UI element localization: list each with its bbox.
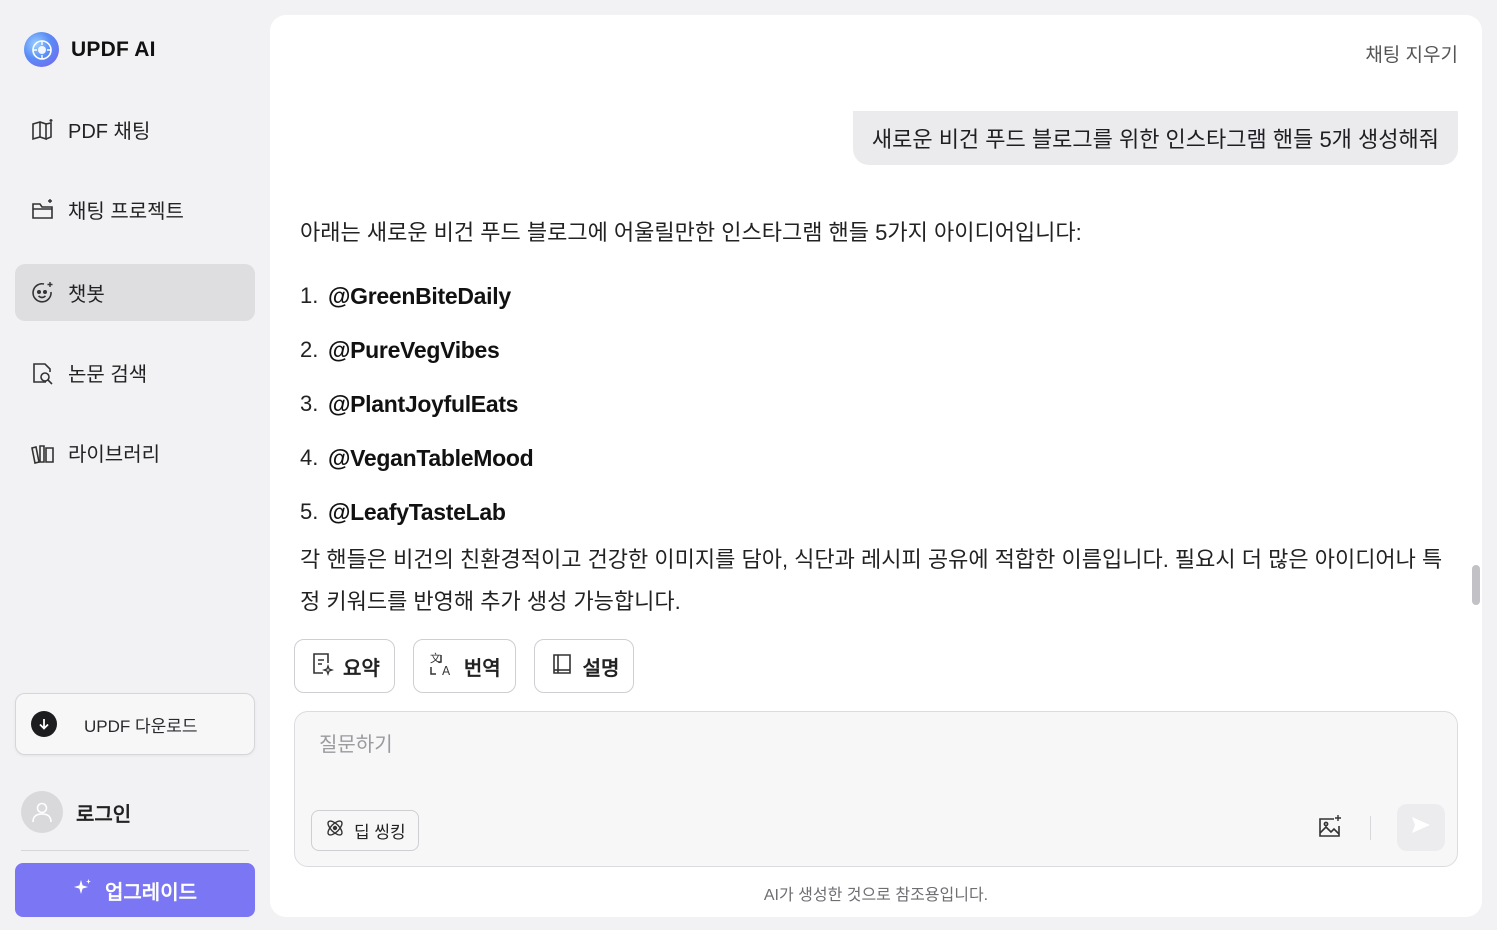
login-label: 로그인 [76, 803, 132, 826]
explain-button[interactable]: 설명 [533, 639, 635, 693]
handle-name: @LeafyTasteLab [328, 498, 506, 525]
download-label: UPDF 다운로드 [84, 716, 198, 736]
handle-list: 1. @GreenBiteDaily 2. @PureVegVibes 3. @… [300, 269, 1455, 539]
answer-outro: 각 핸들은 비건의 친환경적이고 건강한 이미지를 담아, 식단과 레시피 공유… [300, 547, 1443, 614]
translate-label: 번역 [463, 657, 501, 680]
list-item: 5. @LeafyTasteLab [300, 485, 1455, 539]
list-number: 2. [300, 337, 319, 362]
book-icon [549, 651, 575, 682]
document-search-icon [30, 360, 56, 386]
user-message-bubble: 새로운 비건 푸드 블로그를 위한 인스타그램 핸들 5개 생성해줘 [852, 111, 1458, 165]
sidebar-divider [21, 850, 249, 851]
library-books-icon [30, 440, 56, 466]
chat-panel: 채팅 지우기 새로운 비건 푸드 블로그를 위한 인스타그램 핸들 5개 생성해… [270, 15, 1482, 917]
sparkle-icon [73, 878, 93, 903]
deep-thinking-label: 딥 씽킹 [354, 823, 406, 842]
brand[interactable]: UPDF AI [24, 32, 156, 67]
handle-name: @PureVegVibes [328, 336, 500, 363]
list-number: 5. [300, 499, 319, 524]
list-item: 3. @PlantJoyfulEats [300, 377, 1455, 431]
explain-label: 설명 [582, 657, 620, 680]
answer-intro: 아래는 새로운 비건 푸드 블로그에 어울릴만한 인스타그램 핸들 5가지 아이… [300, 220, 1082, 245]
svg-text:A: A [442, 664, 451, 678]
input-divider [1370, 816, 1371, 840]
updf-download-button[interactable]: UPDF 다운로드 [15, 693, 255, 755]
ai-disclaimer: AI가 생성한 것으로 참조용입니다. [763, 887, 989, 904]
sidebar-item-label: 논문 검색 [68, 364, 148, 386]
deep-thinking-toggle[interactable]: 딥 씽킹 [311, 810, 419, 851]
question-input[interactable] [319, 734, 1219, 757]
summary-button[interactable]: 요약 [294, 639, 395, 693]
atom-icon [324, 817, 346, 844]
list-item: 1. @GreenBiteDaily [300, 269, 1455, 323]
quick-actions: 요약 文 A 번역 설명 [294, 639, 635, 693]
translate-icon: 文 A [428, 650, 456, 683]
list-number: 1. [300, 283, 319, 308]
avatar-icon [21, 791, 63, 833]
sidebar-item-chat-project[interactable]: 채팅 프로젝트 [15, 181, 255, 238]
sidebar-item-label: 채팅 프로젝트 [68, 201, 184, 223]
handle-name: @VeganTableMood [328, 444, 534, 471]
sidebar: UPDF AI PDF 채팅 채팅 프로젝트 챗봇 논문 검색 라이브러리 UP… [0, 0, 270, 930]
image-sparkle-icon[interactable] [1315, 812, 1345, 842]
download-icon [31, 711, 57, 737]
upgrade-label: 업그레이드 [105, 881, 197, 904]
upgrade-button[interactable]: 업그레이드 [15, 863, 255, 917]
send-arrow-icon [1410, 814, 1432, 841]
chat-scrollbar[interactable] [1472, 565, 1480, 605]
brand-name: UPDF AI [71, 37, 156, 61]
updf-ai-logo-icon [24, 32, 59, 67]
svg-text:文: 文 [430, 651, 441, 665]
handle-name: @GreenBiteDaily [328, 282, 511, 309]
send-button[interactable] [1397, 804, 1445, 851]
translate-button[interactable]: 文 A 번역 [412, 639, 516, 693]
sidebar-item-pdf-chat[interactable]: PDF 채팅 [15, 101, 255, 158]
list-item: 4. @VeganTableMood [300, 431, 1455, 485]
sidebar-item-label: PDF 채팅 [68, 121, 151, 143]
sidebar-item-chatbot[interactable]: 챗봇 [15, 264, 255, 321]
clear-chat-button[interactable]: 채팅 지우기 [1365, 40, 1458, 67]
summary-label: 요약 [343, 657, 380, 680]
sidebar-item-library[interactable]: 라이브러리 [15, 424, 255, 481]
login-button[interactable]: 로그인 [21, 791, 131, 833]
assistant-answer: 아래는 새로운 비건 푸드 블로그에 어울릴만한 인스타그램 핸들 5가지 아이… [300, 215, 1455, 623]
bot-face-icon [30, 280, 56, 306]
list-number: 3. [300, 391, 319, 416]
sidebar-item-label: 챗봇 [68, 284, 105, 306]
sidebar-item-label: 라이브러리 [68, 444, 160, 466]
chat-input-box: 딥 씽킹 [294, 711, 1458, 867]
summary-sparkle-icon [309, 651, 335, 682]
list-item: 2. @PureVegVibes [300, 323, 1455, 377]
sidebar-item-paper-search[interactable]: 논문 검색 [15, 344, 255, 401]
folder-sparkle-icon [30, 197, 56, 223]
list-number: 4. [300, 445, 319, 470]
book-sparkle-icon [30, 117, 56, 143]
handle-name: @PlantJoyfulEats [328, 390, 519, 417]
